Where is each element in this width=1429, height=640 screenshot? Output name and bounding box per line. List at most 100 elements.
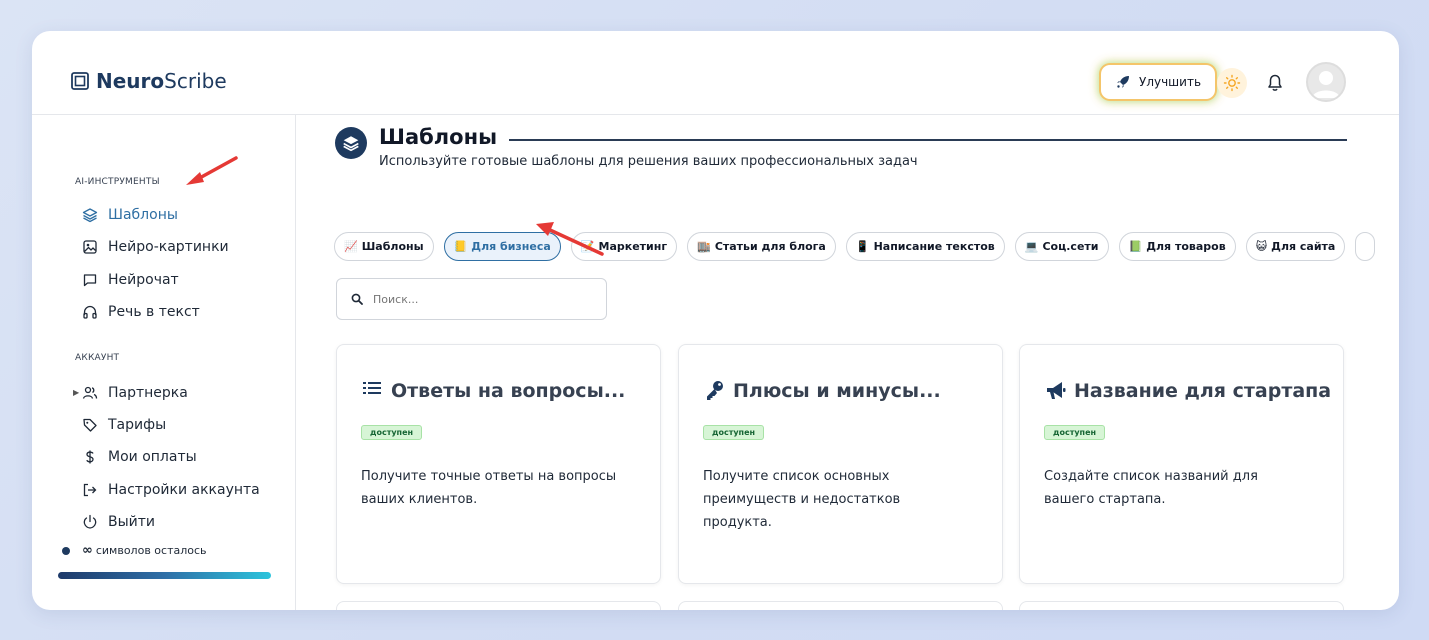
sidebar-item-label: Тарифы <box>108 417 167 433</box>
page-subtitle: Используйте готовые шаблоны для решения … <box>379 154 918 169</box>
sidebar-item-label: Шаблоны <box>108 207 178 223</box>
logo-icon <box>71 72 89 90</box>
users-icon <box>82 386 98 399</box>
search-icon <box>351 293 363 305</box>
chip-templates[interactable]: 📈 Шаблоны <box>334 232 434 261</box>
chip-more[interactable] <box>1355 232 1376 261</box>
template-card-qa[interactable]: Ответы на вопросы... доступен Получите т… <box>336 344 661 584</box>
sidebar-item-label: Нейро-картинки <box>108 239 229 255</box>
chip-label: Статьи для блога <box>714 240 826 253</box>
search-input[interactable] <box>373 292 573 306</box>
card-title: Название для стартапа <box>1074 380 1332 402</box>
sidebar-item-partner[interactable]: Партнерка <box>82 381 188 405</box>
sidebar-item-my-payments[interactable]: Мои оплаты <box>82 445 197 469</box>
megaphone-icon <box>1047 382 1066 399</box>
chip-copywriting[interactable]: 📱 Написание текстов <box>845 232 1005 261</box>
chip-label: Написание текстов <box>873 240 995 253</box>
card-title-row: Плюсы и минусы... <box>703 379 941 403</box>
sun-icon <box>1223 74 1241 92</box>
bell-icon[interactable] <box>1264 71 1286 93</box>
chip-marketing[interactable]: 📝 Маркетинг <box>570 232 678 261</box>
status-badge: доступен <box>1044 425 1106 440</box>
sidebar-item-label: Мои оплаты <box>108 449 197 465</box>
page-title: Шаблоны <box>379 125 498 149</box>
card-description: Получите точные ответы на вопросы ваших … <box>361 469 617 507</box>
card-title: Плюсы и минусы... <box>733 380 941 402</box>
phone-icon: 📱 <box>855 240 870 253</box>
chip-label: Для бизнеса <box>471 240 551 253</box>
brand-name-bold: Neuro <box>96 69 165 93</box>
sidebar-item-label: Речь в текст <box>108 304 200 320</box>
template-card-partial[interactable] <box>678 601 1003 610</box>
list-icon <box>363 382 381 394</box>
sidebar-item-speech-to-text[interactable]: Речь в текст <box>82 300 200 324</box>
status-badge: доступен <box>703 425 765 440</box>
theme-toggle[interactable] <box>1217 68 1247 98</box>
chip-label: Шаблоны <box>361 240 424 253</box>
dollar-icon <box>86 450 94 464</box>
card-title-row: Ответы на вопросы... <box>361 379 625 403</box>
login-icon <box>83 483 97 497</box>
cat-icon: 😺 <box>1255 240 1268 253</box>
chip-social[interactable]: 💻 Соц.сети <box>1014 232 1109 261</box>
sidebar-item-label: Настройки аккаунта <box>108 482 260 498</box>
card-title: Ответы на вопросы... <box>391 380 626 402</box>
upgrade-button[interactable]: Улучшить <box>1101 65 1216 99</box>
sidebar-item-label: Партнерка <box>108 385 188 401</box>
layers-icon <box>82 208 98 223</box>
brand-logo[interactable]: Neuro Scribe <box>70 69 227 93</box>
chip-website[interactable]: 😺 Для сайта <box>1245 232 1346 261</box>
key-icon <box>707 381 723 400</box>
template-card-partial[interactable] <box>336 601 661 610</box>
credits-progress-bar <box>58 572 271 579</box>
chip-label: Соц.сети <box>1042 240 1099 253</box>
chip-blog-articles[interactable]: 🏬 Статьи для блога <box>687 232 836 261</box>
top-bar: Neuro Scribe Улучшить <box>32 31 1399 115</box>
sidebar-item-logout[interactable]: Выйти <box>82 510 155 534</box>
credits-indicator: ∞ символов осталось <box>62 543 207 558</box>
template-card-startup-name[interactable]: Название для стартапа доступен Создайте … <box>1019 344 1344 584</box>
image-icon <box>83 240 97 254</box>
status-badge: доступен <box>361 425 423 440</box>
card-description: Создайте список названий для вашего стар… <box>1044 469 1258 507</box>
main-content: Шаблоны Используйте готовые шаблоны для … <box>297 115 1399 610</box>
user-avatar-icon <box>1312 71 1340 98</box>
section-title-account: Аккаунт <box>75 353 120 363</box>
chip-business[interactable]: 📒 Для бизнеса <box>443 232 561 261</box>
template-card-pros-cons[interactable]: Плюсы и минусы... доступен Получите спис… <box>678 344 1003 584</box>
status-dot <box>62 546 70 555</box>
brand-name-rest: Scribe <box>164 69 227 93</box>
power-icon <box>83 514 97 529</box>
notebook-icon: 📒 <box>453 240 468 253</box>
sidebar: AI-инструменты Шаблоны Нейро-картинки Не… <box>32 115 296 610</box>
category-chips: 📈 Шаблоны 📒 Для бизнеса 📝 Маркетинг 🏬 Статьи… <box>334 232 1376 261</box>
template-card-partial[interactable] <box>1019 601 1344 610</box>
card-title-row: Название для стартапа <box>1044 379 1331 403</box>
credits-symbol: ∞ <box>82 543 93 558</box>
sidebar-item-neuro-images[interactable]: Нейро-картинки <box>82 235 229 259</box>
headphones-icon <box>83 305 97 319</box>
sidebar-item-label: Выйти <box>108 514 156 530</box>
chip-label: Маркетинг <box>598 240 668 253</box>
memo-icon: 📝 <box>580 240 595 253</box>
sidebar-item-label: Нейрочат <box>108 272 179 288</box>
tag-icon <box>83 418 97 432</box>
app-window: Neuro Scribe Улучшить AI-инструменты Шабл… <box>32 31 1399 610</box>
upgrade-label: Улучшить <box>1139 75 1202 89</box>
laptop-icon: 💻 <box>1024 240 1039 253</box>
chip-label: Для сайта <box>1271 240 1336 253</box>
card-description: Получите список основных преимуществ и н… <box>703 469 901 530</box>
sidebar-item-neurochat[interactable]: Нейрочат <box>82 268 179 292</box>
section-title-tools: AI-инструменты <box>75 177 160 187</box>
expand-caret-icon[interactable]: ▶ <box>73 388 79 397</box>
title-layers-icon <box>335 127 367 159</box>
chip-products[interactable]: 📗 Для товаров <box>1118 232 1236 261</box>
user-avatar[interactable] <box>1306 62 1346 102</box>
credits-text: символов осталось <box>95 544 207 557</box>
rocket-icon <box>1117 76 1129 88</box>
sidebar-item-account-settings[interactable]: Настройки аккаунта <box>82 478 260 502</box>
chart-icon: 📈 <box>344 240 358 253</box>
sidebar-item-templates[interactable]: Шаблоны <box>82 203 178 227</box>
title-divider <box>509 139 1347 141</box>
sidebar-item-tariffs[interactable]: Тарифы <box>82 413 166 437</box>
